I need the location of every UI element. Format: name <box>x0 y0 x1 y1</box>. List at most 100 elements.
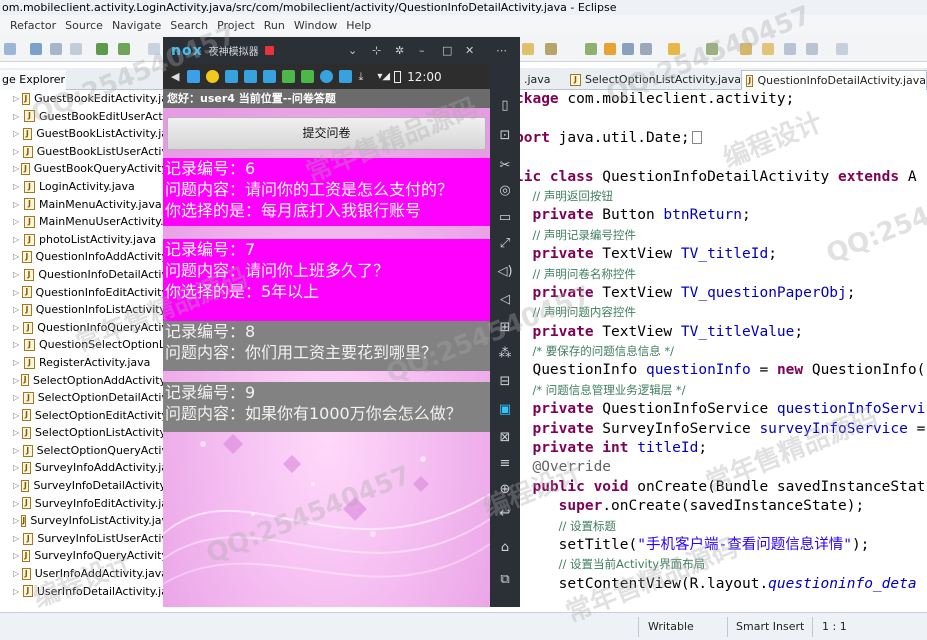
toolbar-icon[interactable] <box>640 43 652 55</box>
toolbar-icon[interactable] <box>70 43 82 55</box>
minimize-icon[interactable]: – <box>419 44 425 57</box>
tree-item[interactable]: ▷ J QuestionSelectOptionLi <box>0 336 168 354</box>
folded-imports-icon[interactable] <box>691 131 702 145</box>
back-icon[interactable]: ↩ <box>497 506 513 522</box>
question-record[interactable]: 记录编号：9 问题内容：如果你有1000万你会怎么做？ <box>163 382 490 432</box>
tree-item[interactable]: ▷ J QuestionInfoListActivity. <box>0 301 168 319</box>
expand-arrow-icon[interactable]: ▷ <box>13 143 21 161</box>
expand-arrow-icon[interactable]: ▷ <box>13 90 20 108</box>
toolbar-icon[interactable] <box>668 43 680 55</box>
volume-up-icon[interactable]: ◁) <box>497 264 513 280</box>
keyboard-icon[interactable]: ⊡ <box>497 128 513 144</box>
expand-arrow-icon[interactable]: ▷ <box>13 530 21 548</box>
toolbar-icon[interactable] <box>96 43 108 55</box>
more-icon[interactable]: ⋯ <box>496 44 507 57</box>
expand-arrow-icon[interactable]: ▷ <box>13 248 20 266</box>
tree-item[interactable]: ▷ J SurveyInfoDetailActivity. <box>0 477 168 495</box>
tree-item[interactable]: ▷ J GuestBookEditUserActi <box>0 108 168 126</box>
tree-item[interactable]: ▷ J QuestionInfoEditActivity <box>0 284 168 302</box>
expand-arrow-icon[interactable]: ▷ <box>13 160 19 178</box>
tree-item[interactable]: ▷ J LoginActivity.java <box>0 178 168 196</box>
expand-arrow-icon[interactable]: ▷ <box>13 196 22 214</box>
tree-item[interactable]: ▷ J SelectOptionEditActivity <box>0 407 168 425</box>
menu-item-window[interactable]: Window <box>294 19 337 32</box>
toolbar-icon[interactable] <box>545 43 557 55</box>
pin-icon[interactable]: ⊹ <box>372 44 381 57</box>
tree-item[interactable]: ▷ J SelectOptionQueryActiv <box>0 442 168 460</box>
tree-item[interactable]: ▷ J GuestBookListUserActiv <box>0 143 168 161</box>
tree-item[interactable]: ▷ J MainMenuActivity.java <box>0 196 168 214</box>
editor-tab[interactable]: J SelectOptionListActivity.java <box>566 70 741 90</box>
menu-item-run[interactable]: Run <box>264 19 285 32</box>
question-record[interactable]: 记录编号：7 问题内容：请问你上班多久了？ 你选择的是：5年以上 <box>163 239 490 321</box>
expand-arrow-icon[interactable]: ▷ <box>13 424 20 442</box>
expand-arrow-icon[interactable]: ▷ <box>13 213 22 231</box>
expand-arrow-icon[interactable]: ▷ <box>13 495 20 513</box>
tree-item[interactable]: ▷ J SurveyInfoListUserActiv <box>0 530 168 548</box>
gear-icon[interactable]: ✲ <box>395 44 404 57</box>
scissors-icon[interactable]: ✂ <box>497 158 513 174</box>
expand-arrow-icon[interactable]: ▷ <box>13 284 20 302</box>
tree-item[interactable]: ▷ J SurveyInfoEditActivity.ja <box>0 495 168 513</box>
expand-arrow-icon[interactable]: ▷ <box>13 547 20 565</box>
editor-tab[interactable]: .java <box>520 70 551 90</box>
toolbar-icon[interactable] <box>762 43 774 55</box>
expand-arrow-icon[interactable]: ▷ <box>13 442 21 460</box>
menu-icon[interactable]: ≡ <box>497 456 513 472</box>
menu-item-source[interactable]: Source <box>65 19 103 32</box>
toolbar-icon[interactable] <box>585 43 597 55</box>
toolbar-icon[interactable] <box>806 43 818 55</box>
expand-arrow-icon[interactable]: ▷ <box>13 407 20 425</box>
toolbar-icon[interactable] <box>522 43 534 55</box>
tree-item[interactable]: ▷ J QuestionInfoQueryActiv <box>0 319 168 337</box>
location-icon[interactable]: ◎ <box>497 183 513 199</box>
question-record[interactable]: 记录编号：6 问题内容：请问你的工资是怎么支付的？ 你选择的是：每月底打入我银行账号 <box>163 158 490 226</box>
expand-arrow-icon[interactable]: ▷ <box>13 336 22 354</box>
expand-arrow-icon[interactable]: ▷ <box>13 389 21 407</box>
tree-item[interactable]: ▷ J SurveyInfoListActivity.jav <box>0 512 168 530</box>
expand-arrow-icon[interactable]: ▷ <box>13 266 22 284</box>
tree-item[interactable]: ▷ J SelectOptionAddActivity. <box>0 372 168 390</box>
tree-item[interactable]: ▷ J GuestBookListActivity.ja <box>0 125 168 143</box>
toolbar-icon[interactable] <box>50 43 62 55</box>
menu-item-navigate[interactable]: Navigate <box>112 19 161 32</box>
editor-tab-active[interactable]: J QuestionInfoDetailActivity.java <box>741 70 927 90</box>
toolbar-icon[interactable] <box>4 43 16 55</box>
tree-item[interactable]: ▷ J MainMenuUserActivity.j <box>0 213 168 231</box>
toolbar-icon[interactable] <box>604 43 616 55</box>
toolbar-icon[interactable] <box>784 43 796 55</box>
tree-item[interactable]: ▷ J UserInfoDetailActivity.ja <box>0 583 168 601</box>
menu-item-refactor[interactable]: Refactor <box>10 19 56 32</box>
home-icon[interactable]: ⌂ <box>497 540 513 556</box>
code-editor[interactable]: ckage com.mobileclient.activity; port jav… <box>515 90 927 610</box>
expand-arrow-icon[interactable]: ▷ <box>13 354 22 372</box>
tree-item[interactable]: ▷ J GuestBookQueryActivity <box>0 160 168 178</box>
expand-arrow-icon[interactable]: ▷ <box>13 108 22 126</box>
tree-item[interactable]: ▷ J UserInfoAddActivity.java <box>0 565 168 583</box>
expand-arrow-icon[interactable]: ▷ <box>13 301 20 319</box>
tree-item[interactable]: ▷ J SurveyInfoAddActivity.ja <box>0 459 168 477</box>
menu-item-search[interactable]: Search <box>170 19 208 32</box>
tree-item[interactable]: ▷ J SelectOptionDetailActiv <box>0 389 168 407</box>
expand-arrow-icon[interactable]: ▷ <box>13 459 20 477</box>
shake-icon[interactable]: ⁂ <box>497 346 513 362</box>
fullscreen-icon[interactable]: ⤢ <box>497 236 513 252</box>
toolbar-icon[interactable] <box>622 43 634 55</box>
apk-install-icon[interactable]: ⊞ <box>497 320 513 336</box>
submit-survey-button[interactable]: 提交问卷 <box>167 117 486 150</box>
toolbar-icon[interactable] <box>30 43 42 55</box>
tree-item[interactable]: ▷ J QuestionInfoDetailActiv <box>0 266 168 284</box>
toolbar-icon[interactable] <box>706 43 718 55</box>
volume-down-icon[interactable]: ◁ <box>497 292 513 308</box>
maximize-icon[interactable]: □ <box>442 44 452 57</box>
phone-icon[interactable]: ▯ <box>497 98 513 114</box>
tree-item[interactable]: ▷ JphotoListActivity.java <box>0 231 168 249</box>
expand-arrow-icon[interactable]: ▷ <box>13 372 19 390</box>
expand-arrow-icon[interactable]: ▷ <box>13 512 19 530</box>
menu-item-help[interactable]: Help <box>346 19 371 32</box>
tree-item[interactable]: ▷ J RegisterActivity.java <box>0 354 168 372</box>
expand-arrow-icon[interactable]: ▷ <box>13 477 19 495</box>
screenshot-icon[interactable]: ⊟ <box>497 374 513 390</box>
expand-arrow-icon[interactable]: ▷ <box>13 583 21 601</box>
close-icon[interactable]: ✕ <box>465 44 474 57</box>
